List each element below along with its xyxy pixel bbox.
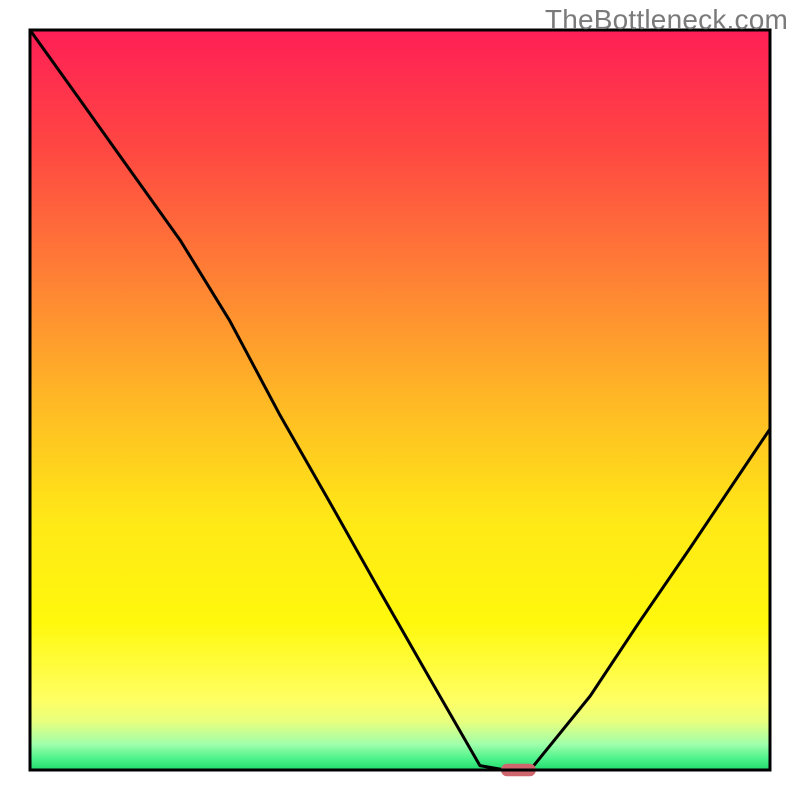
chart-stage: TheBottleneck.com (0, 0, 800, 800)
plot-background (30, 30, 770, 770)
bottleneck-plot (0, 0, 800, 800)
watermark-text: TheBottleneck.com (545, 4, 788, 36)
